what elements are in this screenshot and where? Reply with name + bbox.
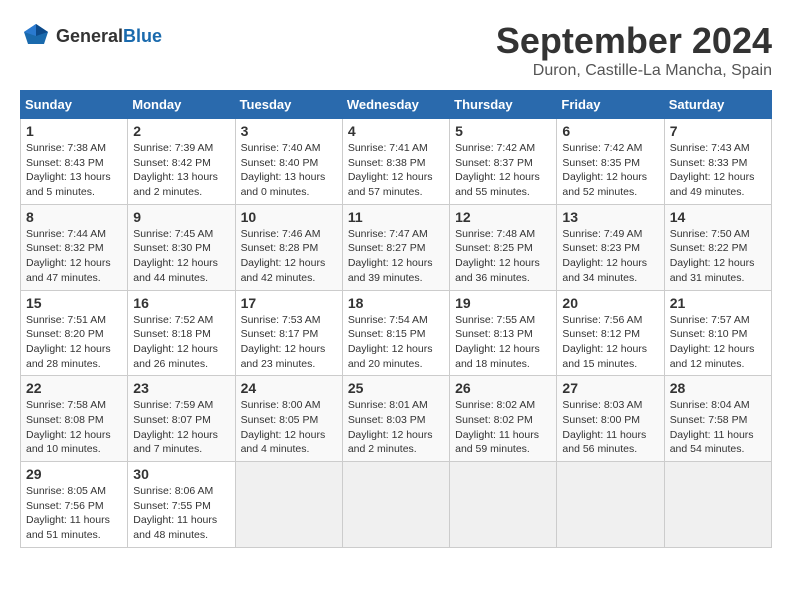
day-30: 30 Sunrise: 8:06 AMSunset: 7:55 PMDaylig… [128,462,235,548]
day-10: 10 Sunrise: 7:46 AMSunset: 8:28 PMDaylig… [235,204,342,290]
calendar-table: Sunday Monday Tuesday Wednesday Thursday… [20,90,772,548]
day-12: 12 Sunrise: 7:48 AMSunset: 8:25 PMDaylig… [450,204,557,290]
day-16: 16 Sunrise: 7:52 AMSunset: 8:18 PMDaylig… [128,290,235,376]
day-22: 22 Sunrise: 7:58 AMSunset: 8:08 PMDaylig… [21,376,128,462]
logo-icon [20,20,52,52]
day-3: 3 Sunrise: 7:40 AMSunset: 8:40 PMDayligh… [235,119,342,205]
day-28: 28 Sunrise: 8:04 AMSunset: 7:58 PMDaylig… [664,376,771,462]
day-25: 25 Sunrise: 8:01 AMSunset: 8:03 PMDaylig… [342,376,449,462]
empty-cell-3 [450,462,557,548]
day-19: 19 Sunrise: 7:55 AMSunset: 8:13 PMDaylig… [450,290,557,376]
week-row-5: 29 Sunrise: 8:05 AMSunset: 7:56 PMDaylig… [21,462,772,548]
col-sunday: Sunday [21,91,128,119]
day-1: 1 Sunrise: 7:38 AMSunset: 8:43 PMDayligh… [21,119,128,205]
col-thursday: Thursday [450,91,557,119]
day-27: 27 Sunrise: 8:03 AMSunset: 8:00 PMDaylig… [557,376,664,462]
col-friday: Friday [557,91,664,119]
empty-cell-2 [342,462,449,548]
day-18: 18 Sunrise: 7:54 AMSunset: 8:15 PMDaylig… [342,290,449,376]
empty-cell-5 [664,462,771,548]
day-29: 29 Sunrise: 8:05 AMSunset: 7:56 PMDaylig… [21,462,128,548]
day-4: 4 Sunrise: 7:41 AMSunset: 8:38 PMDayligh… [342,119,449,205]
logo-general-text: GeneralBlue [56,26,162,47]
empty-cell-1 [235,462,342,548]
page-header: GeneralBlue September 2024 Duron, Castil… [20,20,772,80]
week-row-1: 1 Sunrise: 7:38 AMSunset: 8:43 PMDayligh… [21,119,772,205]
calendar-header-row: Sunday Monday Tuesday Wednesday Thursday… [21,91,772,119]
day-24: 24 Sunrise: 8:00 AMSunset: 8:05 PMDaylig… [235,376,342,462]
title-area: September 2024 Duron, Castille-La Mancha… [496,20,772,80]
day-14: 14 Sunrise: 7:50 AMSunset: 8:22 PMDaylig… [664,204,771,290]
logo: GeneralBlue [20,20,162,52]
day-11: 11 Sunrise: 7:47 AMSunset: 8:27 PMDaylig… [342,204,449,290]
day-7: 7 Sunrise: 7:43 AMSunset: 8:33 PMDayligh… [664,119,771,205]
location-subtitle: Duron, Castille-La Mancha, Spain [496,62,772,80]
col-wednesday: Wednesday [342,91,449,119]
day-9: 9 Sunrise: 7:45 AMSunset: 8:30 PMDayligh… [128,204,235,290]
day-20: 20 Sunrise: 7:56 AMSunset: 8:12 PMDaylig… [557,290,664,376]
col-monday: Monday [128,91,235,119]
day-21: 21 Sunrise: 7:57 AMSunset: 8:10 PMDaylig… [664,290,771,376]
day-26: 26 Sunrise: 8:02 AMSunset: 8:02 PMDaylig… [450,376,557,462]
week-row-2: 8 Sunrise: 7:44 AMSunset: 8:32 PMDayligh… [21,204,772,290]
day-5: 5 Sunrise: 7:42 AMSunset: 8:37 PMDayligh… [450,119,557,205]
day-17: 17 Sunrise: 7:53 AMSunset: 8:17 PMDaylig… [235,290,342,376]
day-6: 6 Sunrise: 7:42 AMSunset: 8:35 PMDayligh… [557,119,664,205]
day-15: 15 Sunrise: 7:51 AMSunset: 8:20 PMDaylig… [21,290,128,376]
day-13: 13 Sunrise: 7:49 AMSunset: 8:23 PMDaylig… [557,204,664,290]
day-23: 23 Sunrise: 7:59 AMSunset: 8:07 PMDaylig… [128,376,235,462]
col-saturday: Saturday [664,91,771,119]
col-tuesday: Tuesday [235,91,342,119]
week-row-4: 22 Sunrise: 7:58 AMSunset: 8:08 PMDaylig… [21,376,772,462]
month-title: September 2024 [496,20,772,62]
day-8: 8 Sunrise: 7:44 AMSunset: 8:32 PMDayligh… [21,204,128,290]
day-2: 2 Sunrise: 7:39 AMSunset: 8:42 PMDayligh… [128,119,235,205]
week-row-3: 15 Sunrise: 7:51 AMSunset: 8:20 PMDaylig… [21,290,772,376]
empty-cell-4 [557,462,664,548]
